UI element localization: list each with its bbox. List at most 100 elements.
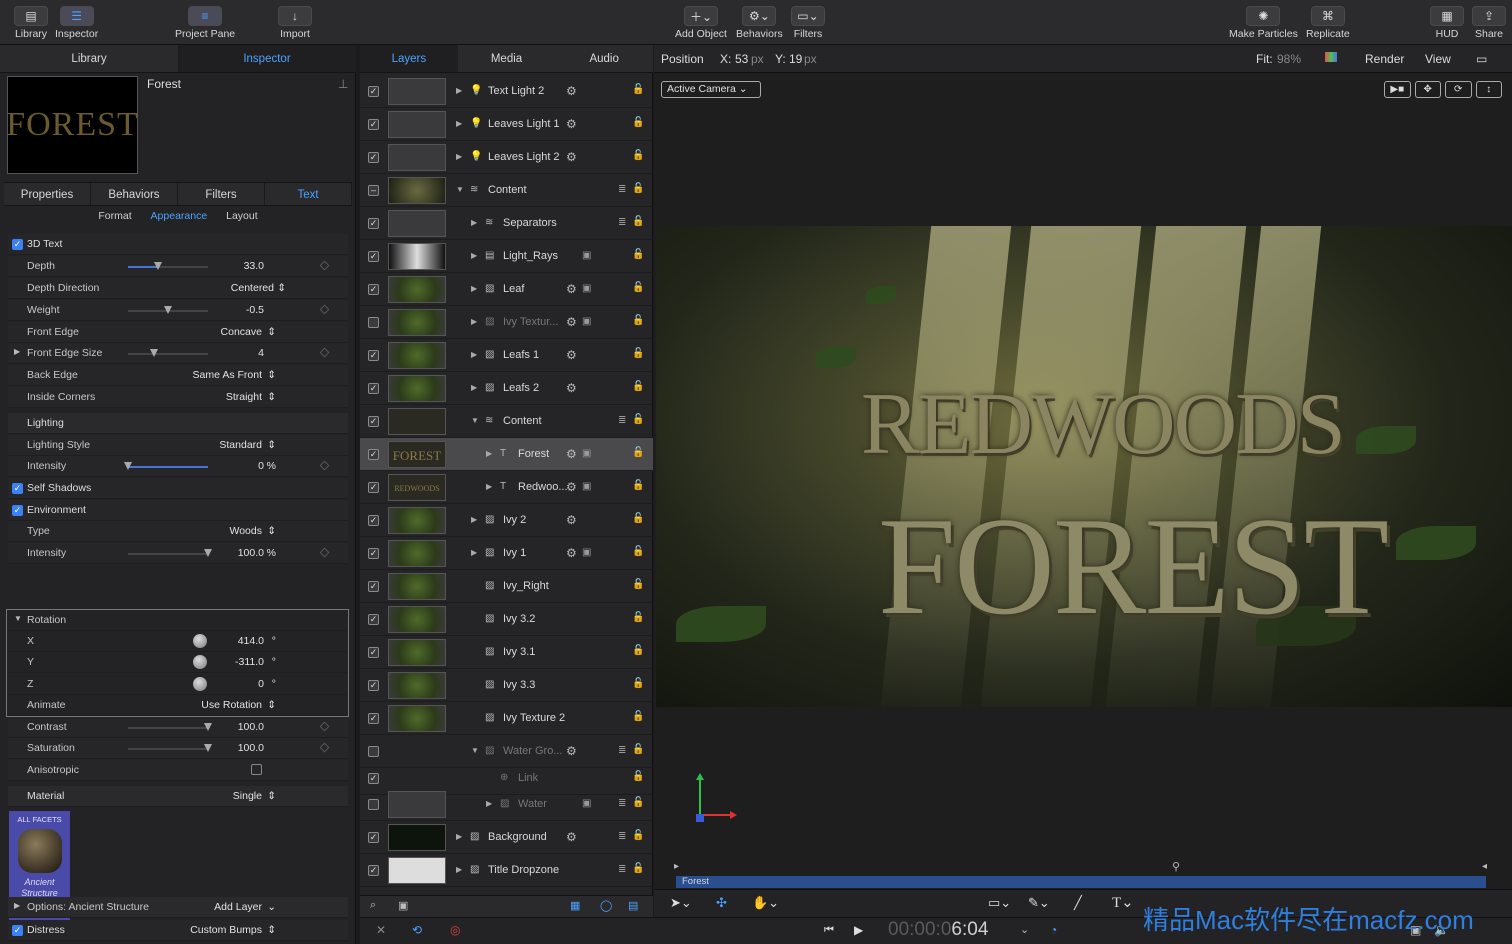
pin-icon[interactable]: ⊥: [338, 77, 348, 91]
layer-row[interactable]: ✓ ▶ ▤ Light_Rays ▣ 🔓: [360, 240, 653, 273]
layer-row[interactable]: ✓ ▨ Ivy_Right 🔓: [360, 570, 653, 603]
lock-icon[interactable]: 🔓: [632, 797, 644, 808]
filter-icon[interactable]: ▣: [582, 250, 591, 261]
lock-icon[interactable]: 🔓: [632, 150, 644, 161]
distress-checkbox[interactable]: ✓: [12, 925, 23, 936]
dolly-icon[interactable]: ↕: [1475, 81, 1502, 98]
chevron-right-icon[interactable]: ▶: [456, 152, 462, 161]
intensity-slider[interactable]: [124, 462, 208, 470]
chevron-down-icon[interactable]: ▼: [456, 185, 464, 194]
layer-visibility-checkbox[interactable]: –: [368, 185, 379, 196]
lock-icon[interactable]: 🔓: [632, 117, 644, 128]
layer-row[interactable]: ▶ ▨ Ivy Textur... ⚙ ▣ 🔓: [360, 306, 653, 339]
keyframe-icon[interactable]: [319, 304, 330, 315]
paint-tool-icon[interactable]: ╱: [1074, 895, 1082, 911]
color-channels-icon[interactable]: [1325, 52, 1337, 62]
disclosure-icon[interactable]: ▶: [14, 347, 20, 356]
layer-visibility-checkbox[interactable]: ✓: [368, 515, 379, 526]
layer-visibility-checkbox[interactable]: ✓: [368, 713, 379, 724]
behavior-gear-icon[interactable]: ⚙: [566, 480, 577, 494]
loop-icon[interactable]: ⟲: [412, 923, 422, 937]
saturation-slider[interactable]: [128, 744, 212, 752]
layer-name[interactable]: Leaf: [503, 283, 524, 295]
tab-filters[interactable]: Filters: [178, 183, 265, 205]
material-swatch[interactable]: ALL FACETS Ancient Structure: [9, 811, 70, 938]
chevron-right-icon[interactable]: ▶: [471, 515, 477, 524]
layer-row[interactable]: ✓ ▨ Ivy Texture 2 🔓: [360, 702, 653, 735]
grid-icon[interactable]: ▦: [570, 899, 580, 912]
layer-visibility-checkbox[interactable]: ✓: [368, 416, 379, 427]
layer-name[interactable]: Light_Rays: [503, 250, 558, 262]
timer-icon[interactable]: ◔: [1050, 923, 1057, 937]
hand-tool-icon[interactable]: ✋⌄: [752, 895, 779, 911]
layer-visibility-checkbox[interactable]: [368, 746, 379, 757]
blend-icon[interactable]: ≣: [618, 798, 626, 809]
rotation-dial-icon[interactable]: [193, 677, 207, 691]
layer-name[interactable]: Leafs 1: [503, 349, 539, 361]
behavior-gear-icon[interactable]: ⚙: [566, 348, 577, 362]
layer-visibility-checkbox[interactable]: ✓: [368, 482, 379, 493]
behavior-gear-icon[interactable]: ⚙: [566, 282, 577, 296]
chevron-down-icon[interactable]: ⌄: [1020, 923, 1029, 936]
lock-icon[interactable]: 🔓: [632, 711, 644, 722]
layer-row[interactable]: ✓ ▶ 💡 Leaves Light 2 ⚙ 🔓: [360, 141, 653, 174]
camera-icon[interactable]: ▶■: [1384, 81, 1411, 98]
text-tool-icon[interactable]: T⌄: [1112, 893, 1134, 912]
disclosure-icon[interactable]: ▶: [14, 901, 20, 910]
transform-tool-icon[interactable]: ✣: [716, 895, 727, 911]
share-button[interactable]: ⇪ Share: [1472, 6, 1506, 40]
anisotropic-checkbox[interactable]: [251, 764, 262, 775]
layer-visibility-checkbox[interactable]: ✓: [368, 383, 379, 394]
layer-row[interactable]: ✓ ▶ ▨ Leaf ⚙ ▣ 🔓: [360, 273, 653, 306]
playhead-icon[interactable]: ⚲: [1172, 860, 1180, 873]
lock-icon[interactable]: 🔓: [632, 830, 644, 841]
in-point-icon[interactable]: ▸: [674, 861, 679, 872]
filters-button[interactable]: ▭⌄ Filters: [791, 6, 825, 40]
contrast-slider[interactable]: [128, 723, 212, 731]
filter-icon[interactable]: ▣: [582, 547, 591, 558]
filter-icon[interactable]: ▣: [582, 798, 591, 809]
behavior-gear-icon[interactable]: ⚙: [566, 381, 577, 395]
render-menu[interactable]: Render: [1365, 52, 1404, 66]
layer-row[interactable]: ✓ ▶ ▨ Leafs 2 ⚙ 🔓: [360, 372, 653, 405]
chevron-right-icon[interactable]: ▶: [471, 548, 477, 557]
environment-checkbox[interactable]: ✓: [12, 505, 23, 516]
tab-audio[interactable]: Audio: [555, 45, 653, 72]
blend-icon[interactable]: ≣: [618, 217, 626, 228]
layer-row[interactable]: – ▼ ≋ Content ≣ 🔓: [360, 174, 653, 207]
layer-visibility-checkbox[interactable]: ✓: [368, 119, 379, 130]
shape-tool-icon[interactable]: ▭⌄: [988, 895, 1011, 911]
filter-icon[interactable]: ▣: [582, 283, 591, 294]
3d-text-checkbox[interactable]: ✓: [12, 239, 23, 250]
layer-row[interactable]: ✓ ▨ Ivy 3.1 🔓: [360, 636, 653, 669]
lock-icon[interactable]: 🔓: [632, 645, 644, 656]
view-menu[interactable]: View: [1425, 52, 1451, 66]
chevron-right-icon[interactable]: ▶: [471, 350, 477, 359]
pan-icon[interactable]: ✥: [1414, 81, 1441, 98]
fit-value[interactable]: 98%: [1277, 52, 1301, 66]
tab-behaviors[interactable]: Behaviors: [91, 183, 178, 205]
bezier-tool-icon[interactable]: ✎⌄: [1028, 895, 1050, 911]
tab-format[interactable]: Format: [98, 210, 131, 222]
layer-row[interactable]: ✓ ▶ 💡 Text Light 2 ⚙ 🔓: [360, 75, 653, 108]
layer-visibility-checkbox[interactable]: [368, 799, 379, 810]
layer-name[interactable]: Link: [518, 772, 538, 784]
layer-visibility-checkbox[interactable]: ✓: [368, 614, 379, 625]
keyframe-icon[interactable]: [319, 721, 330, 732]
tab-library[interactable]: Library: [0, 45, 178, 72]
chevron-down-icon[interactable]: ▼: [471, 746, 479, 755]
timecode[interactable]: 00:00:06:04: [888, 919, 988, 941]
chevron-right-icon[interactable]: ▶: [456, 832, 462, 841]
layer-name[interactable]: Leaves Light 2: [488, 151, 560, 163]
select-tool-icon[interactable]: ➤⌄: [670, 895, 692, 911]
behavior-gear-icon[interactable]: ⚙: [566, 744, 577, 758]
lock-icon[interactable]: 🔓: [632, 612, 644, 623]
layer-row[interactable]: ✓ ▶ ≋ Separators ≣ 🔓: [360, 207, 653, 240]
lock-icon[interactable]: 🔓: [632, 381, 644, 392]
timeline-clip[interactable]: Forest: [676, 876, 1486, 888]
behavior-gear-icon[interactable]: ⚙: [566, 513, 577, 527]
chevron-right-icon[interactable]: ▶: [471, 317, 477, 326]
blend-icon[interactable]: ≣: [618, 831, 626, 842]
blend-icon[interactable]: ≣: [618, 415, 626, 426]
filter-icon[interactable]: ▣: [582, 481, 591, 492]
